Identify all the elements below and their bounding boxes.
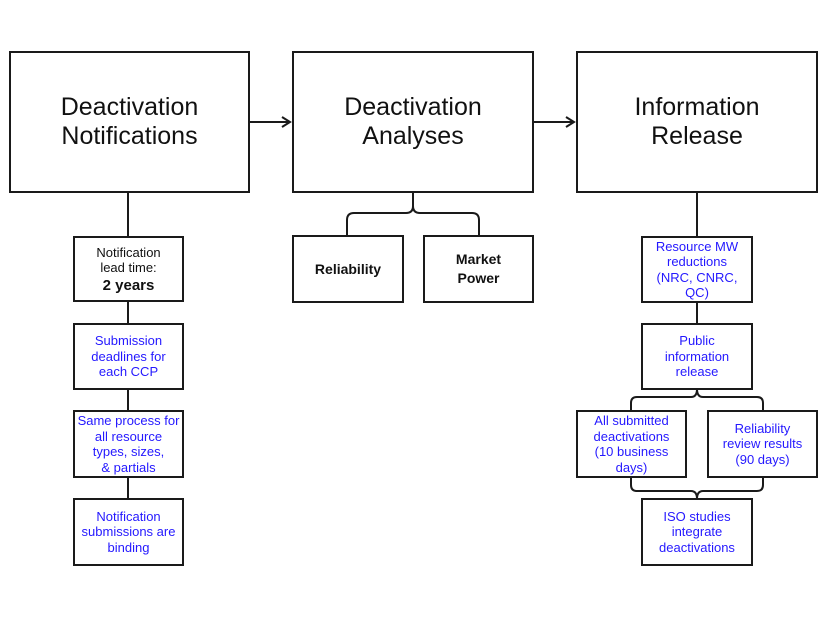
- stage-deactivation-notifications: Deactivation Notifications: [9, 51, 250, 193]
- brace-connector: [346, 205, 480, 236]
- stage-title: Information Release: [634, 93, 760, 150]
- box-text: Resource MW reductions (NRC, CNRC, QC): [655, 238, 739, 301]
- notification-lead-time-box: Notification lead time: 2 years: [73, 236, 184, 302]
- market-power-box: Market Power: [423, 235, 534, 303]
- box-text: Submission deadlines for each CCP: [91, 333, 166, 380]
- iso-studies-box: ISO studies integrate deactivations: [641, 498, 753, 566]
- resource-mw-reductions-box: Resource MW reductions (NRC, CNRC, QC): [641, 236, 753, 303]
- lead-time-label: Notification lead time:: [96, 244, 161, 276]
- box-text: Market Power: [455, 251, 502, 286]
- box-text: All submitted deactivations (10 business…: [593, 413, 670, 475]
- box-text: ISO studies integrate deactivations: [659, 508, 735, 555]
- lead-time-value: 2 years: [102, 276, 155, 294]
- box-text: Notification submissions are binding: [81, 508, 176, 555]
- brace-connector: [630, 388, 764, 411]
- submissions-binding-box: Notification submissions are binding: [73, 498, 184, 566]
- public-information-release-box: Public information release: [641, 323, 753, 390]
- submission-deadlines-box: Submission deadlines for each CCP: [73, 323, 184, 390]
- stage-title: Deactivation Notifications: [60, 93, 199, 150]
- reliability-box: Reliability: [292, 235, 404, 303]
- stage-title: Deactivation Analyses: [344, 93, 482, 150]
- box-text: Same process for all resource types, siz…: [77, 413, 180, 475]
- stage-information-release: Information Release: [576, 51, 818, 193]
- box-text: Public information release: [664, 333, 730, 380]
- same-process-box: Same process for all resource types, siz…: [73, 410, 184, 478]
- all-submitted-deactivations-box: All submitted deactivations (10 business…: [576, 410, 687, 478]
- box-text: Reliability: [314, 260, 382, 277]
- brace-connector: [630, 477, 764, 500]
- stage-deactivation-analyses: Deactivation Analyses: [292, 51, 534, 193]
- box-text: Reliability review results (90 days): [722, 420, 803, 467]
- reliability-review-results-box: Reliability review results (90 days): [707, 410, 818, 478]
